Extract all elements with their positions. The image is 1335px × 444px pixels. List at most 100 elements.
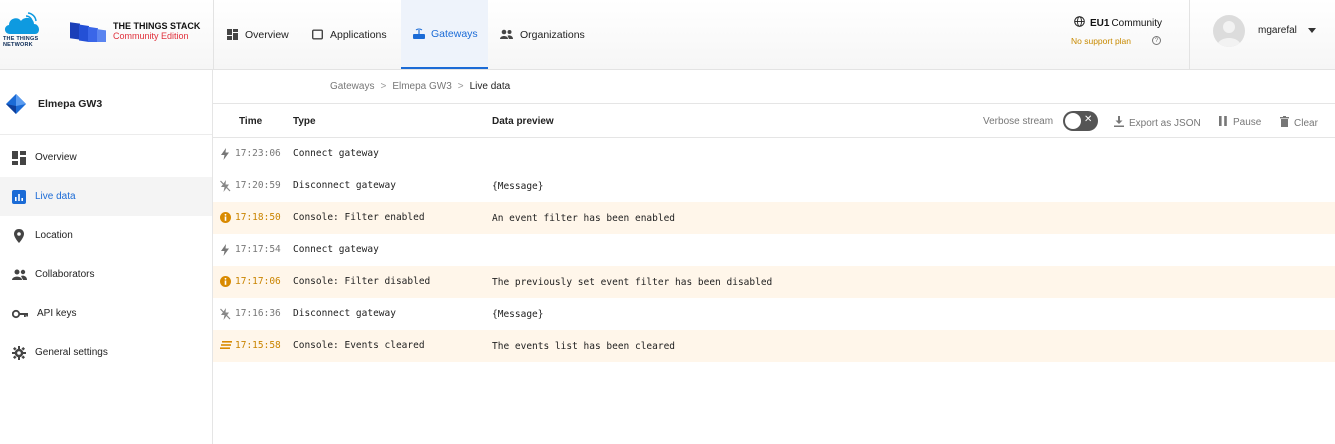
bolt-off-icon: [220, 308, 231, 320]
help-icon[interactable]: ?: [1152, 36, 1161, 45]
info-icon: [220, 276, 231, 288]
event-row[interactable]: 17:18:50 Console: Filter enabled An event …: [213, 202, 1335, 234]
globe-icon: [1074, 16, 1085, 30]
dashboard-icon: [227, 29, 238, 40]
event-time: 17:20:59: [235, 180, 281, 191]
nav-organizations-label: Organizations: [520, 28, 585, 41]
bolt-icon: [220, 148, 230, 160]
key-icon: [11, 307, 28, 321]
event-type: Connect gateway: [293, 148, 379, 159]
event-row[interactable]: 17:20:59 Disconnect gateway {Message}: [213, 170, 1335, 202]
download-icon: [1114, 116, 1124, 130]
stack-edition: Community Edition: [113, 31, 189, 41]
nav-gateways[interactable]: Gateways: [401, 0, 488, 69]
event-time: 17:15:58: [235, 340, 281, 351]
event-type: Console: Events cleared: [293, 340, 425, 351]
ttn-wordmark-line2: NETWORK: [3, 42, 33, 48]
events-toolbar: Time Type Data preview Verbose stream ✕ …: [213, 103, 1335, 138]
event-row[interactable]: 17:23:06 Connect gateway: [213, 138, 1335, 170]
sidebar-item-general-settings[interactable]: General settings: [0, 333, 212, 372]
gateway-name: Elmepa GW3: [38, 98, 103, 110]
sidebar-item-location[interactable]: Location: [0, 216, 212, 255]
event-type: Disconnect gateway: [293, 308, 396, 319]
gateway-header: Elmepa GW3: [0, 70, 212, 135]
event-type: Console: Filter disabled: [293, 276, 431, 287]
event-time: 17:17:06: [235, 276, 281, 287]
event-type: Console: Filter enabled: [293, 212, 425, 223]
sidebar-item-label: General settings: [35, 347, 108, 358]
event-preview: {Message}: [492, 309, 544, 320]
cluster-name: EU1: [1090, 17, 1110, 29]
pause-label: Pause: [1233, 117, 1262, 128]
column-header-type: Type: [293, 116, 316, 127]
column-header-preview: Data preview: [492, 116, 554, 127]
chevron-right-icon: >: [380, 81, 387, 92]
chevron-down-icon[interactable]: [1308, 28, 1316, 33]
sidebar-item-live-data[interactable]: Live data: [0, 177, 212, 216]
avatar[interactable]: [1213, 15, 1245, 47]
top-header: THE THINGS NETWORK THE THINGS STACK Comm…: [0, 0, 1335, 70]
event-row[interactable]: 17:17:06 Console: Filter disabled The prev…: [213, 266, 1335, 298]
sidebar-item-label: Live data: [35, 191, 76, 202]
nav-overview[interactable]: Overview: [214, 0, 300, 69]
info-icon: [220, 212, 231, 224]
sidebar-item-collaborators[interactable]: Collaborators: [0, 255, 212, 294]
breadcrumb-gateway[interactable]: Elmepa GW3: [392, 81, 451, 92]
pause-button[interactable]: Pause: [1219, 116, 1261, 129]
toggle-knob: [1065, 113, 1081, 129]
event-type: Disconnect gateway: [293, 180, 396, 191]
event-preview: The previously set event filter has been…: [492, 277, 773, 288]
verbose-stream-label: Verbose stream: [983, 116, 1054, 127]
gateway-icon: [413, 28, 425, 39]
sidebar-item-overview[interactable]: Overview: [0, 138, 212, 177]
people-icon: [12, 268, 27, 282]
event-type: Connect gateway: [293, 244, 379, 255]
dashboard-icon: [12, 150, 26, 165]
gear-icon: [12, 345, 26, 360]
column-header-time: Time: [239, 116, 263, 127]
nav-overview-label: Overview: [245, 28, 289, 41]
clear-label: Clear: [1294, 117, 1318, 129]
tts-logo-icon[interactable]: [68, 20, 108, 45]
event-preview: {Message}: [492, 181, 544, 192]
clear-all-icon: [220, 340, 232, 352]
event-preview: An event filter has been enabled: [492, 213, 676, 224]
export-json-label: Export as JSON: [1129, 117, 1201, 129]
sidebar-item-label: Location: [35, 230, 73, 241]
chart-icon: [12, 189, 26, 204]
username[interactable]: mgarefal: [1258, 25, 1297, 36]
sidebar-item-label: Collaborators: [35, 269, 95, 280]
trash-icon: [1280, 116, 1289, 130]
close-icon: ✕: [1084, 114, 1093, 125]
sidebar: Elmepa GW3 Overview Live data Location C…: [0, 70, 213, 444]
chevron-right-icon: >: [457, 81, 464, 92]
organizations-icon: [500, 29, 513, 40]
nav-organizations[interactable]: Organizations: [488, 0, 598, 69]
event-time: 17:16:36: [235, 308, 281, 319]
export-json-button[interactable]: Export as JSON: [1114, 116, 1201, 130]
stack-title: THE THINGS STACK: [113, 21, 201, 31]
breadcrumb-gateways[interactable]: Gateways: [330, 81, 374, 92]
nav-applications-label: Applications: [330, 28, 387, 41]
ttn-wordmark: THE THINGS NETWORK: [3, 36, 38, 48]
nav-applications[interactable]: Applications: [300, 0, 401, 69]
applications-icon: [311, 29, 324, 40]
location-pin-icon: [12, 228, 26, 243]
bolt-icon: [220, 244, 230, 256]
verbose-stream-toggle[interactable]: ✕: [1063, 111, 1098, 131]
gateway-logo-icon: [5, 93, 27, 115]
cluster-selector[interactable]: EU1 Community: [1074, 16, 1162, 30]
pause-icon: [1219, 116, 1227, 129]
breadcrumb-current: Live data: [469, 81, 511, 92]
event-time: 17:17:54: [235, 244, 281, 255]
sidebar-item-label: API keys: [37, 308, 77, 319]
event-row[interactable]: 17:17:54 Connect gateway: [213, 234, 1335, 266]
bolt-off-icon: [220, 180, 231, 192]
clear-button[interactable]: Clear: [1280, 116, 1318, 130]
event-time: 17:23:06: [235, 148, 281, 159]
sidebar-item-api-keys[interactable]: API keys: [0, 294, 212, 333]
nav-gateways-label: Gateways: [431, 27, 478, 40]
event-row[interactable]: 17:16:36 Disconnect gateway {Message}: [213, 298, 1335, 330]
support-plan-link[interactable]: No support plan: [1071, 36, 1131, 46]
event-row[interactable]: 17:15:58 Console: Events cleared The event…: [213, 330, 1335, 362]
